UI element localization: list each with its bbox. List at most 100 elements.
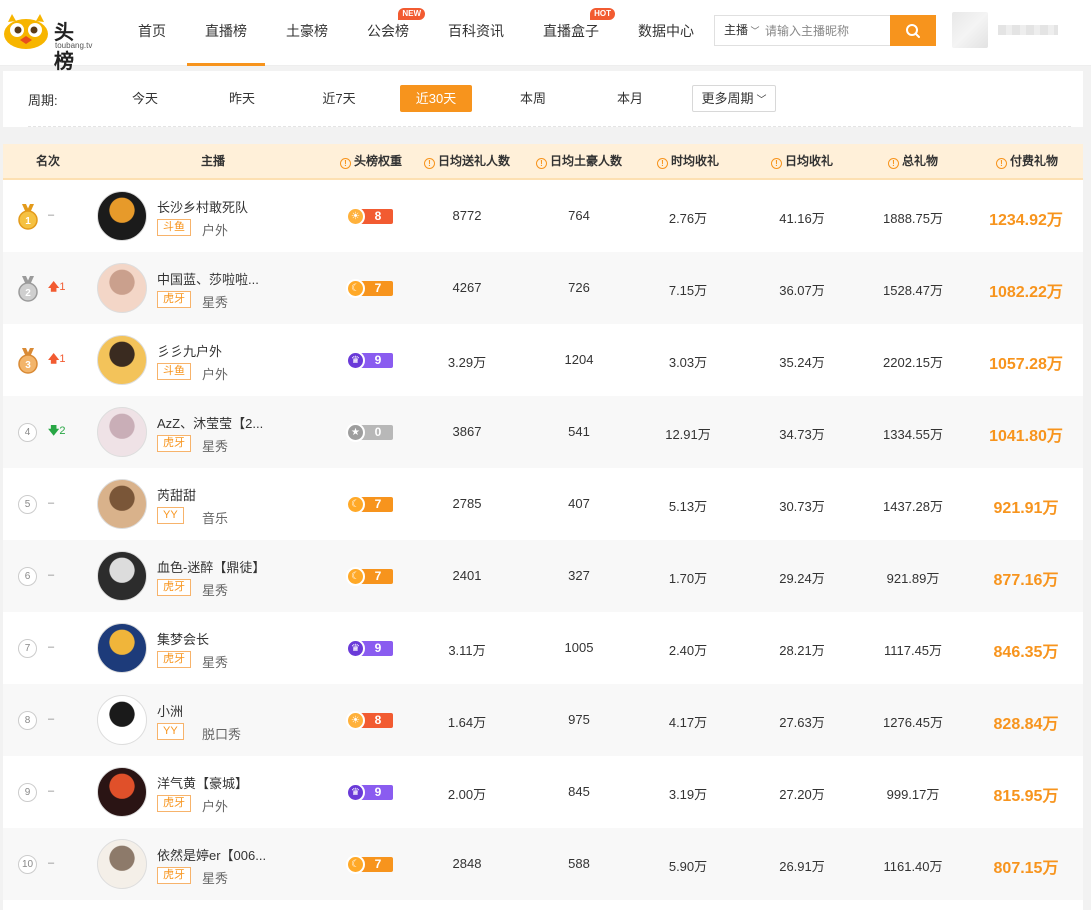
anchor-name[interactable]: AzZ、沐莹莹【2...	[157, 413, 263, 432]
avatar[interactable]	[97, 623, 147, 673]
anchor-name[interactable]: 长沙乡村敢死队	[157, 197, 248, 216]
weight-badge: ★ 0	[346, 423, 393, 442]
platform-tag: 虎牙	[157, 435, 191, 452]
table-row[interactable]: 3 🡅1 彡彡九户外 斗鱼 户外 ♛ 9 3.29万 1204 3.03万 35…	[3, 324, 1083, 396]
platform-tag: YY	[157, 723, 184, 740]
table-row[interactable]: 5– 芮甜甜 YY 音乐 ☾ 7 2785 407 5.13万 30.73万 1…	[3, 468, 1083, 540]
hourly-gifts: 5.90万	[668, 859, 708, 874]
category-label: 星秀	[202, 439, 229, 454]
search-input[interactable]	[765, 16, 889, 45]
anchor-name[interactable]: 中国蓝、莎啦啦...	[157, 269, 259, 288]
period-this-week[interactable]: 本周	[497, 85, 569, 112]
nav-guild-ranking[interactable]: 公会榜 NEW	[349, 0, 427, 66]
total-gifts: 1276.45万	[883, 715, 943, 730]
rank-change: –	[48, 209, 54, 221]
rank-change-value: –	[48, 497, 55, 509]
avatar[interactable]	[97, 695, 147, 745]
avatar[interactable]	[97, 551, 147, 601]
period-this-month[interactable]: 本月	[594, 85, 666, 112]
avatar[interactable]	[97, 767, 147, 817]
more-periods-dropdown[interactable]: 更多周期 ﹀	[692, 85, 776, 112]
table-row[interactable]: 8– 小洲 YY 脱口秀 ☀ 8 1.64万 975 4.17万 27.63万 …	[3, 684, 1083, 756]
weight-tier-icon: ☀	[346, 207, 365, 226]
avatar[interactable]	[97, 407, 147, 457]
avatar[interactable]	[97, 479, 147, 529]
hourly-gifts: 2.40万	[668, 643, 708, 658]
category-label: 音乐	[202, 511, 229, 526]
weight-badge: ☾ 7	[346, 567, 393, 586]
total-gifts: 1528.47万	[883, 283, 943, 298]
daily-tycoons: 588	[568, 856, 590, 871]
anchor-name[interactable]: 彡彡九户外	[157, 341, 222, 360]
search-type-label: 主播	[724, 23, 749, 37]
anchor-name[interactable]: 集梦会长	[157, 629, 209, 648]
nav-wiki-news[interactable]: 百科资讯	[430, 0, 522, 66]
help-icon[interactable]: !	[339, 158, 351, 169]
platform-tag: 斗鱼	[157, 363, 191, 380]
nav-label: 直播榜	[205, 23, 247, 39]
table-row[interactable]: 1 – 长沙乡村敢死队 斗鱼 户外 ☀ 8 8772 764 2.76万 41.…	[3, 180, 1083, 252]
period-30-days[interactable]: 近30天	[400, 85, 472, 112]
total-gifts: 921.89万	[886, 571, 940, 586]
daily-gifts: 28.21万	[779, 643, 825, 658]
col-paid-gifts[interactable]: ! 付费礼物	[981, 144, 1073, 178]
table-row[interactable]: 4 🡇2 AzZ、沐莹莹【2... 虎牙 星秀 ★ 0 3867 541 12.9…	[3, 396, 1083, 468]
help-icon[interactable]: !	[995, 158, 1007, 169]
category-label: 星秀	[202, 295, 229, 310]
paid-gifts: 828.84万	[993, 716, 1059, 733]
help-icon[interactable]: !	[656, 158, 668, 169]
nav-tycoon-ranking[interactable]: 土豪榜	[268, 0, 346, 66]
col-hourly-gifts[interactable]: ! 时均收礼	[643, 144, 733, 178]
col-total-gifts[interactable]: ! 总礼物	[873, 144, 953, 178]
col-rank: 名次	[21, 144, 75, 178]
table-row[interactable]: 10– 依然是婷er【006... 虎牙 星秀 ☾ 7 2848 588 5.9…	[3, 828, 1083, 900]
new-badge: NEW	[398, 8, 425, 20]
period-today[interactable]: 今天	[109, 85, 181, 112]
nav-home[interactable]: 首页	[120, 0, 184, 66]
help-icon[interactable]: !	[535, 158, 547, 169]
col-daily-gifts[interactable]: ! 日均收礼	[757, 144, 847, 178]
anchor-name[interactable]: 依然是婷er【006...	[157, 845, 266, 864]
search-button[interactable]	[890, 15, 936, 46]
nav-live-box[interactable]: 直播盒子 HOT	[525, 0, 617, 66]
weight-badge: ♛ 9	[346, 783, 393, 802]
period-7-days[interactable]: 近7天	[303, 85, 375, 112]
platform-tag: YY	[157, 507, 184, 524]
avatar[interactable]	[97, 335, 147, 385]
weight-value: 8	[374, 713, 382, 727]
category-label: 户外	[202, 799, 229, 814]
avatar[interactable]	[97, 263, 147, 313]
col-label: 名次	[35, 154, 60, 168]
avatar[interactable]	[97, 839, 147, 889]
table-row[interactable]: 9– 洋气黄【豪城】 虎牙 户外 ♛ 9 2.00万 845 3.19万 27.…	[3, 756, 1083, 828]
col-anchor: 主播	[173, 144, 253, 178]
anchor-name[interactable]: 小洲	[157, 701, 183, 720]
col-weight[interactable]: ! 头榜权重	[325, 144, 417, 178]
period-yesterday[interactable]: 昨天	[206, 85, 278, 112]
avatar[interactable]	[97, 191, 147, 241]
col-daily-givers[interactable]: ! 日均送礼人数	[417, 144, 517, 178]
help-icon[interactable]: !	[887, 158, 899, 169]
anchor-name[interactable]: 洋气黄【豪城】	[157, 773, 248, 792]
col-daily-tycoons[interactable]: ! 日均土豪人数	[527, 144, 631, 178]
daily-givers: 3.11万	[448, 643, 486, 658]
more-periods-label: 更多周期	[701, 91, 754, 106]
weight-tier-icon: ☾	[346, 855, 365, 874]
table-row[interactable]: 6– 血色-迷醉【鼎徒】 虎牙 星秀 ☾ 7 2401 327 1.70万 29…	[3, 540, 1083, 612]
table-row[interactable]: 7– 集梦会长 虎牙 星秀 ♛ 9 3.11万 1005 2.40万 28.21…	[3, 612, 1083, 684]
divider	[28, 126, 1071, 127]
site-logo[interactable]: 头榜 toubang.tv	[2, 8, 94, 73]
search-type-select[interactable]: 主播 ﹀	[715, 16, 763, 45]
user-menu[interactable]	[952, 12, 1062, 48]
arrow-down-icon: 🡇	[48, 425, 60, 437]
table-row[interactable]: 2 🡅1 中国蓝、莎啦啦... 虎牙 星秀 ☾ 7 4267 726 7.15万…	[3, 252, 1083, 324]
nav-data-center[interactable]: 数据中心	[620, 0, 712, 66]
anchor-name[interactable]: 芮甜甜	[157, 485, 196, 504]
help-icon[interactable]: !	[770, 158, 782, 169]
help-icon[interactable]: !	[423, 158, 435, 169]
anchor-name[interactable]: 血色-迷醉【鼎徒】	[157, 557, 265, 576]
weight-tier-icon: ♛	[346, 783, 365, 802]
nav-live-ranking[interactable]: 直播榜	[187, 0, 265, 66]
weight-tier-icon: ☾	[346, 495, 365, 514]
rank-number: 9	[18, 783, 37, 802]
